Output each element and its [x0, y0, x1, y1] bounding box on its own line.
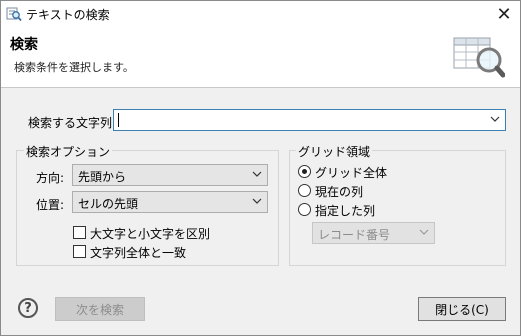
grid-all-label[interactable]: グリッド全体	[315, 164, 387, 181]
header-description: 検索条件を選択します。	[14, 61, 134, 74]
search-text-label: 検索する文字列:	[28, 116, 117, 130]
header-title: 検索	[10, 37, 38, 53]
search-text-input[interactable]	[113, 109, 506, 131]
match-whole-checkbox[interactable]	[73, 245, 86, 258]
grid-region-label: グリッド領域	[296, 143, 373, 160]
window-title: テキストの検索	[26, 8, 110, 22]
text-cursor	[118, 113, 119, 127]
direction-select[interactable]: 先頭から	[72, 164, 268, 186]
specified-column-label[interactable]: 指定した列	[315, 202, 375, 219]
current-column-radio[interactable]	[298, 184, 311, 197]
match-whole-label[interactable]: 文字列全体と一致	[90, 244, 186, 261]
column-select[interactable]: レコード番号	[312, 222, 435, 244]
grid-all-radio[interactable]	[298, 165, 311, 178]
close-button[interactable]: 閉じる(C)	[418, 297, 506, 321]
close-window-button[interactable]: ✕	[488, 1, 520, 27]
dialog-header: 検索 検索条件を選択します。	[1, 28, 520, 88]
position-value: セルの先頭	[78, 197, 139, 211]
position-label: 位置:	[36, 198, 65, 212]
chevron-down-icon	[252, 198, 262, 204]
chevron-down-icon	[252, 171, 262, 177]
find-next-button[interactable]: 次を検索	[55, 297, 145, 321]
specified-column-radio[interactable]	[298, 203, 311, 216]
match-case-label[interactable]: 大文字と小文字を区別	[90, 225, 210, 242]
chevron-down-icon[interactable]	[489, 113, 501, 125]
position-select[interactable]: セルの先頭	[72, 191, 268, 213]
current-column-label[interactable]: 現在の列	[315, 183, 363, 200]
match-case-checkbox[interactable]	[73, 226, 86, 239]
direction-label: 方向:	[36, 171, 65, 185]
help-icon[interactable]: ?	[18, 298, 38, 318]
search-options-label: 検索オプション	[24, 143, 113, 160]
column-select-value: レコード番号	[318, 228, 391, 242]
direction-value: 先頭から	[78, 170, 127, 184]
chevron-down-icon	[419, 229, 429, 235]
search-table-icon	[453, 37, 505, 78]
search-app-icon	[6, 7, 22, 22]
